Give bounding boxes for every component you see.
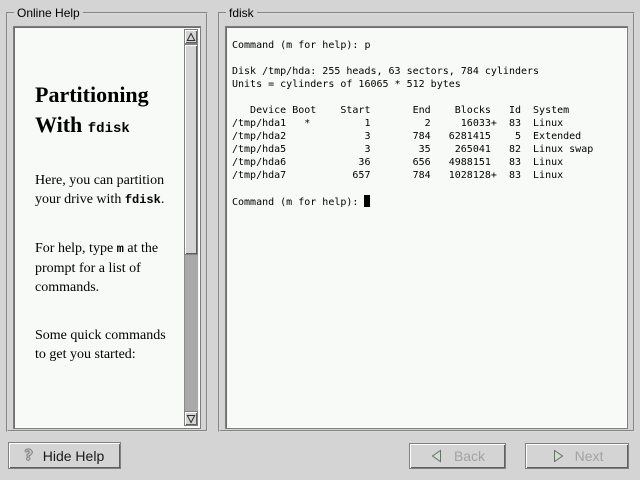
- hide-help-label: Hide Help: [43, 448, 104, 464]
- terminal[interactable]: Command (m for help): p Disk /tmp/hda: 2…: [225, 26, 628, 429]
- help-title-code: fdisk: [88, 121, 130, 137]
- fdisk-frame: fdisk Command (m for help): p Disk /tmp/…: [218, 12, 635, 432]
- back-label: Back: [454, 448, 485, 464]
- terminal-prompt: Command (m for help):: [232, 197, 364, 208]
- help-paragraph-tip: For help, type m at the prompt for a lis…: [35, 239, 182, 297]
- help-paragraph-quick: Some quick commands to get you started:: [35, 326, 182, 364]
- question-mark-icon: ?: [25, 448, 33, 464]
- online-help-frame-label: Online Help: [14, 6, 83, 20]
- help-title: Partitioning With fdisk: [35, 80, 182, 144]
- help-scrollbar[interactable]: [184, 29, 198, 426]
- scroll-up-icon: [186, 32, 196, 42]
- terminal-output: Command (m for help): p Disk /tmp/hda: 2…: [232, 39, 623, 182]
- help-paragraph-intro: Here, you can partition your drive with …: [35, 171, 182, 210]
- help-command-list: n -- Adds a new partition. d -- Deletes …: [59, 404, 182, 426]
- back-button[interactable]: Back: [409, 443, 506, 469]
- help-viewport: Partitioning With fdisk Here, you can pa…: [13, 26, 201, 429]
- installer-window: { "colors": { "window_bg": "#d4d4d4", "c…: [0, 0, 640, 480]
- next-button[interactable]: Next: [525, 443, 629, 469]
- scroll-down-icon: [186, 414, 196, 424]
- scrollbar-thumb[interactable]: [184, 44, 198, 255]
- fdisk-frame-label: fdisk: [226, 6, 257, 20]
- terminal-prompt-line: Command (m for help):: [232, 195, 623, 209]
- help-content: Partitioning With fdisk Here, you can pa…: [16, 29, 184, 426]
- hide-help-button[interactable]: ? Hide Help: [8, 442, 121, 469]
- terminal-text: Command (m for help): p Disk /tmp/hda: 2…: [228, 29, 625, 426]
- next-arrow-icon: [551, 449, 565, 463]
- scrollbar-up-button[interactable]: [184, 29, 198, 44]
- online-help-frame: Online Help Partitioning With fdisk Here…: [6, 12, 208, 432]
- back-arrow-icon: [430, 449, 444, 463]
- scrollbar-down-button[interactable]: [184, 411, 198, 426]
- terminal-cursor: [364, 195, 370, 207]
- next-label: Next: [575, 448, 604, 464]
- list-item: n -- Adds a new partition.: [59, 423, 182, 426]
